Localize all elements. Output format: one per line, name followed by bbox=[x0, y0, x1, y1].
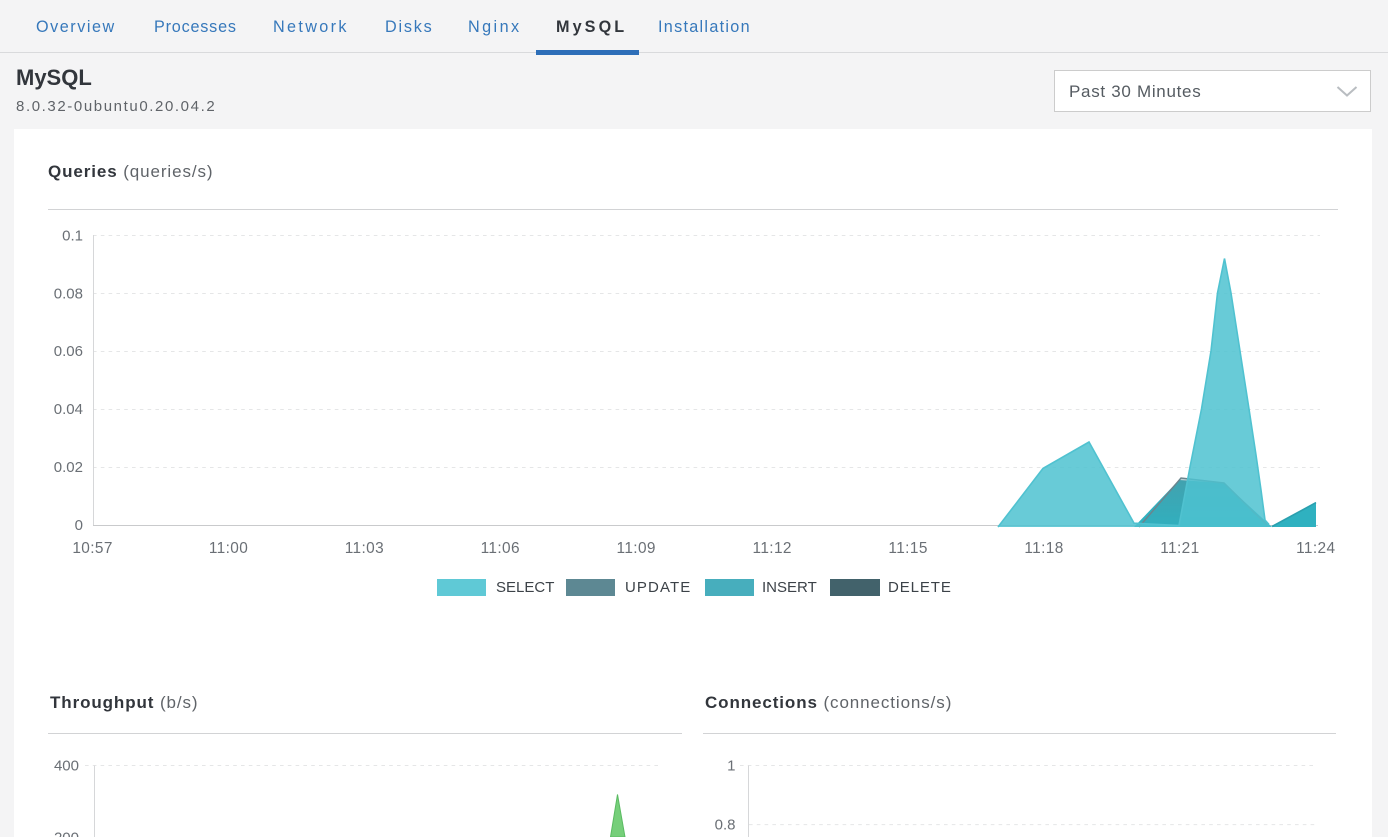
svg-text:0.1: 0.1 bbox=[62, 227, 83, 244]
svg-text:1: 1 bbox=[727, 758, 735, 775]
svg-text:0.02: 0.02 bbox=[54, 459, 83, 476]
svg-text:0.08: 0.08 bbox=[54, 285, 83, 302]
svg-text:0: 0 bbox=[75, 517, 83, 534]
svg-text:11:09: 11:09 bbox=[617, 540, 656, 557]
svg-text:0.04: 0.04 bbox=[54, 401, 83, 418]
svg-text:0.8: 0.8 bbox=[715, 817, 736, 834]
svg-text:11:18: 11:18 bbox=[1024, 540, 1063, 557]
svg-text:400: 400 bbox=[54, 758, 79, 775]
svg-text:11:12: 11:12 bbox=[753, 540, 792, 557]
svg-text:200: 200 bbox=[54, 830, 79, 837]
svg-text:11:03: 11:03 bbox=[345, 540, 384, 557]
svg-text:10:57: 10:57 bbox=[72, 540, 113, 557]
svg-text:11:00: 11:00 bbox=[209, 540, 248, 557]
svg-text:11:06: 11:06 bbox=[481, 540, 520, 557]
svg-text:11:15: 11:15 bbox=[888, 540, 927, 557]
svg-text:11:24: 11:24 bbox=[1296, 540, 1335, 557]
svg-text:11:21: 11:21 bbox=[1160, 540, 1199, 557]
svg-text:0.06: 0.06 bbox=[54, 343, 83, 360]
